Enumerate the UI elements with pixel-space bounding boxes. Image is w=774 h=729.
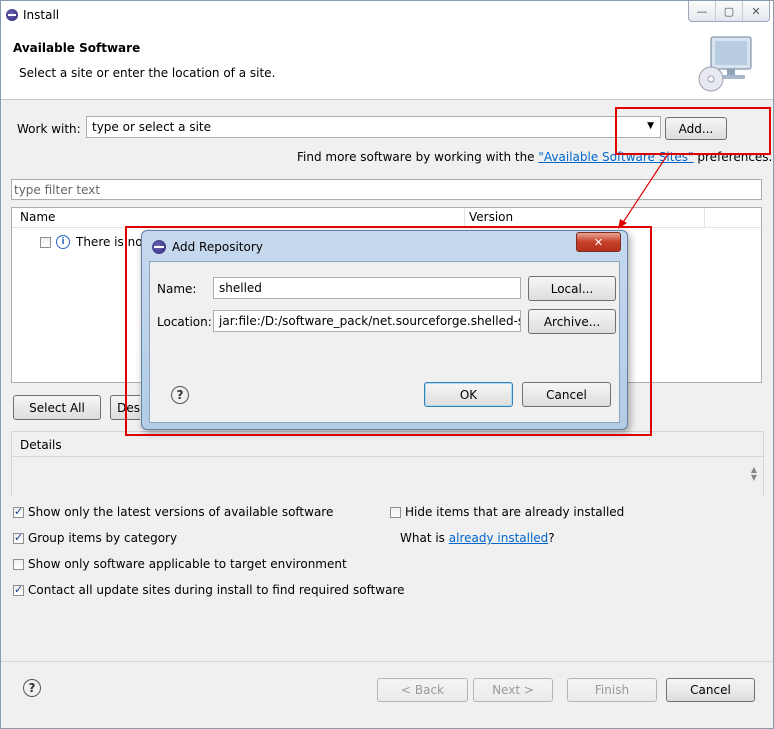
annotation-arrow [618, 153, 669, 229]
